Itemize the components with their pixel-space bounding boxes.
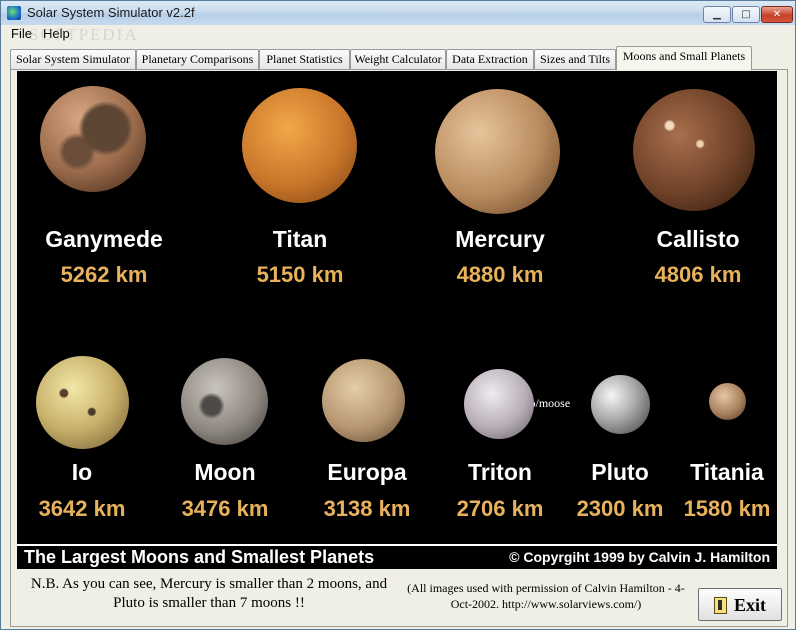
- body-name: Ganymede: [45, 226, 163, 252]
- body-diameter: 4806 km: [654, 262, 742, 287]
- moons-comparison-image: Ganymede 5262 km Titan 5150 km Mercury 4…: [17, 71, 777, 569]
- image-footer: The Largest Moons and Smallest Planets ©…: [17, 544, 777, 569]
- moon-image: [181, 358, 268, 445]
- triton-image: [464, 369, 534, 439]
- body-name: Callisto: [656, 226, 740, 252]
- minimize-button[interactable]: ▁: [703, 6, 731, 23]
- maximize-button[interactable]: □: [732, 6, 760, 23]
- body-name: Mercury: [455, 226, 545, 252]
- mercury-image: [435, 89, 560, 214]
- body-name: Pluto: [591, 459, 649, 485]
- tab-weight-calculator[interactable]: Weight Calculator: [350, 49, 446, 69]
- tab-data-extraction[interactable]: Data Extraction: [446, 49, 534, 69]
- body-diameter: 3138 km: [323, 496, 411, 521]
- europa-image: [322, 359, 405, 442]
- tab-planetary-comparisons[interactable]: Planetary Comparisons: [136, 49, 259, 69]
- tab-planet-statistics[interactable]: Planet Statistics: [259, 49, 350, 69]
- io-image: [36, 356, 129, 449]
- exit-button-label: Exit: [734, 595, 767, 615]
- tab-moons-and-small-planets[interactable]: Moons and Small Planets: [616, 46, 752, 70]
- tab-solar-system-simulator[interactable]: Solar System Simulator: [10, 49, 136, 69]
- body-name: Triton: [468, 459, 532, 485]
- body-diameter: 3642 km: [38, 496, 126, 521]
- body-name: Titan: [272, 226, 328, 252]
- ganymede-image: [40, 86, 146, 192]
- door-exit-icon: [714, 597, 727, 614]
- app-window: Solar System Simulator v2.2f ▁ □ ✕ File …: [0, 0, 796, 630]
- window-title: Solar System Simulator v2.2f: [27, 5, 195, 20]
- body-diameter: 3476 km: [181, 496, 269, 521]
- body-name: Europa: [327, 459, 407, 485]
- body-diameter: 2300 km: [576, 496, 664, 521]
- footer-copyright: © Copyrgiht 1999 by Calvin J. Hamilton: [509, 549, 770, 565]
- watermark: SOFTPEDIA: [29, 25, 139, 44]
- credit-text: (All images used with permission of Calv…: [407, 581, 685, 611]
- pluto-image: [591, 375, 650, 434]
- app-globe-icon: [7, 6, 21, 20]
- footer-title: The Largest Moons and Smallest Planets: [24, 547, 375, 567]
- titania-image: [709, 383, 746, 420]
- callisto-image: [633, 89, 755, 211]
- body-diameter: 4880 km: [456, 262, 544, 287]
- body-name: Io: [71, 459, 93, 485]
- body-diameter: 2706 km: [456, 496, 544, 521]
- body-diameter: 1580 km: [683, 496, 771, 521]
- note-text: N.B. As you can see, Mercury is smaller …: [30, 576, 388, 611]
- body-diameter: 5150 km: [256, 262, 344, 287]
- tab-sizes-and-tilts[interactable]: Sizes and Tilts: [534, 49, 616, 69]
- body-name: Moon: [194, 459, 256, 485]
- titan-image: [242, 88, 357, 203]
- body-diameter: 5262 km: [60, 262, 148, 287]
- body-name: Titania: [690, 459, 764, 485]
- exit-button[interactable]: Exit: [698, 588, 782, 621]
- title-bar[interactable]: Solar System Simulator v2.2f ▁ □ ✕: [1, 1, 795, 26]
- close-button[interactable]: ✕: [761, 6, 793, 23]
